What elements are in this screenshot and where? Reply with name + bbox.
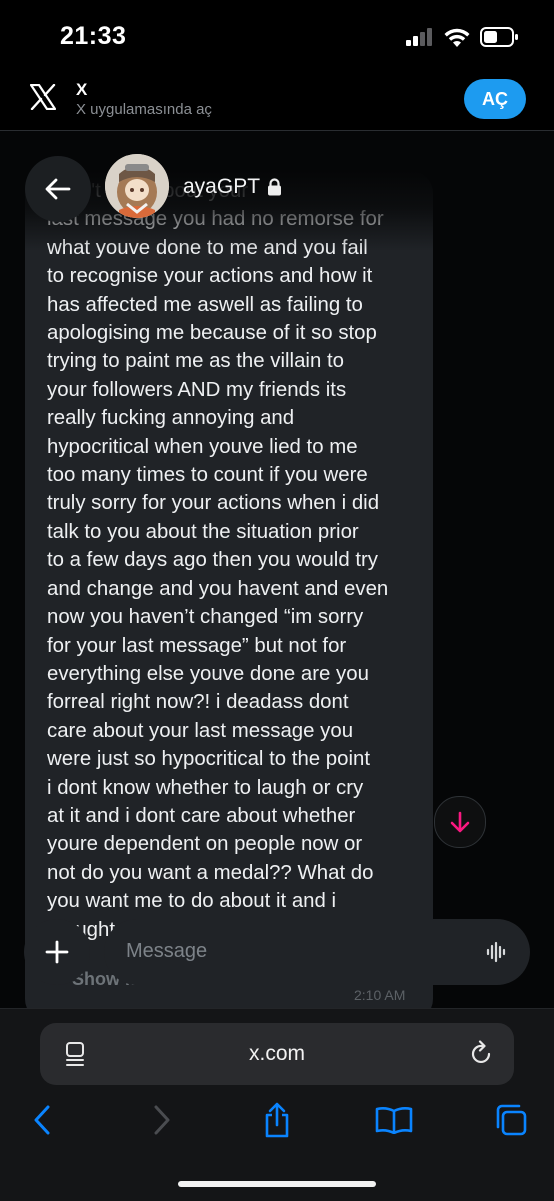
open-app-button[interactable]: AÇ — [464, 79, 526, 119]
tabs-icon — [496, 1104, 527, 1136]
book-icon — [375, 1107, 413, 1134]
chat-area[interactable]: i don't care about your last message you… — [0, 131, 554, 1009]
battery-icon — [480, 27, 518, 47]
wifi-icon — [444, 28, 470, 47]
open-in-app-banner: X X uygulamasında aç AÇ — [0, 72, 554, 130]
cellular-signal-icon — [406, 28, 432, 46]
chevron-left-icon — [34, 1105, 50, 1135]
back-button[interactable] — [25, 156, 91, 222]
status-icons — [406, 27, 518, 47]
plus-icon — [45, 940, 69, 964]
arrow-left-icon — [45, 178, 71, 200]
avatar[interactable] — [105, 154, 169, 218]
banner-subtitle: X uygulamasında aç — [76, 101, 212, 118]
scroll-to-bottom-button[interactable] — [434, 796, 486, 848]
arrow-down-icon — [450, 811, 470, 833]
waveform-icon[interactable] — [486, 941, 508, 963]
tabs-button[interactable] — [489, 1098, 533, 1142]
address-bar[interactable]: x.com — [40, 1023, 514, 1085]
browser-forward-button[interactable] — [140, 1098, 184, 1142]
browser-back-button[interactable] — [20, 1098, 64, 1142]
lock-icon — [268, 178, 282, 196]
message-time: 2:10 AM — [354, 987, 406, 1003]
share-button[interactable] — [255, 1098, 299, 1142]
chevron-right-icon — [154, 1105, 170, 1135]
add-attachment-button[interactable] — [24, 919, 90, 985]
message-placeholder: Message — [126, 940, 208, 962]
avatar-image — [105, 154, 169, 218]
banner-app-name: X — [76, 80, 88, 99]
home-indicator — [178, 1181, 376, 1187]
bookmarks-button[interactable] — [372, 1098, 416, 1142]
reload-icon[interactable] — [470, 1040, 494, 1066]
status-bar: 21:33 — [0, 0, 554, 72]
status-time: 21:33 — [60, 22, 127, 50]
message-text: i don't care about your last message you… — [47, 180, 389, 941]
message-bubble[interactable]: i don't care about your last message you… — [25, 171, 433, 1009]
x-logo-icon — [30, 84, 56, 110]
chat-header-title[interactable]: ayaGPT — [183, 175, 282, 199]
share-icon — [265, 1102, 289, 1138]
message-input[interactable]: Message — [104, 919, 530, 985]
url-text: x.com — [248, 1042, 305, 1065]
contact-name: ayaGPT — [183, 175, 261, 198]
